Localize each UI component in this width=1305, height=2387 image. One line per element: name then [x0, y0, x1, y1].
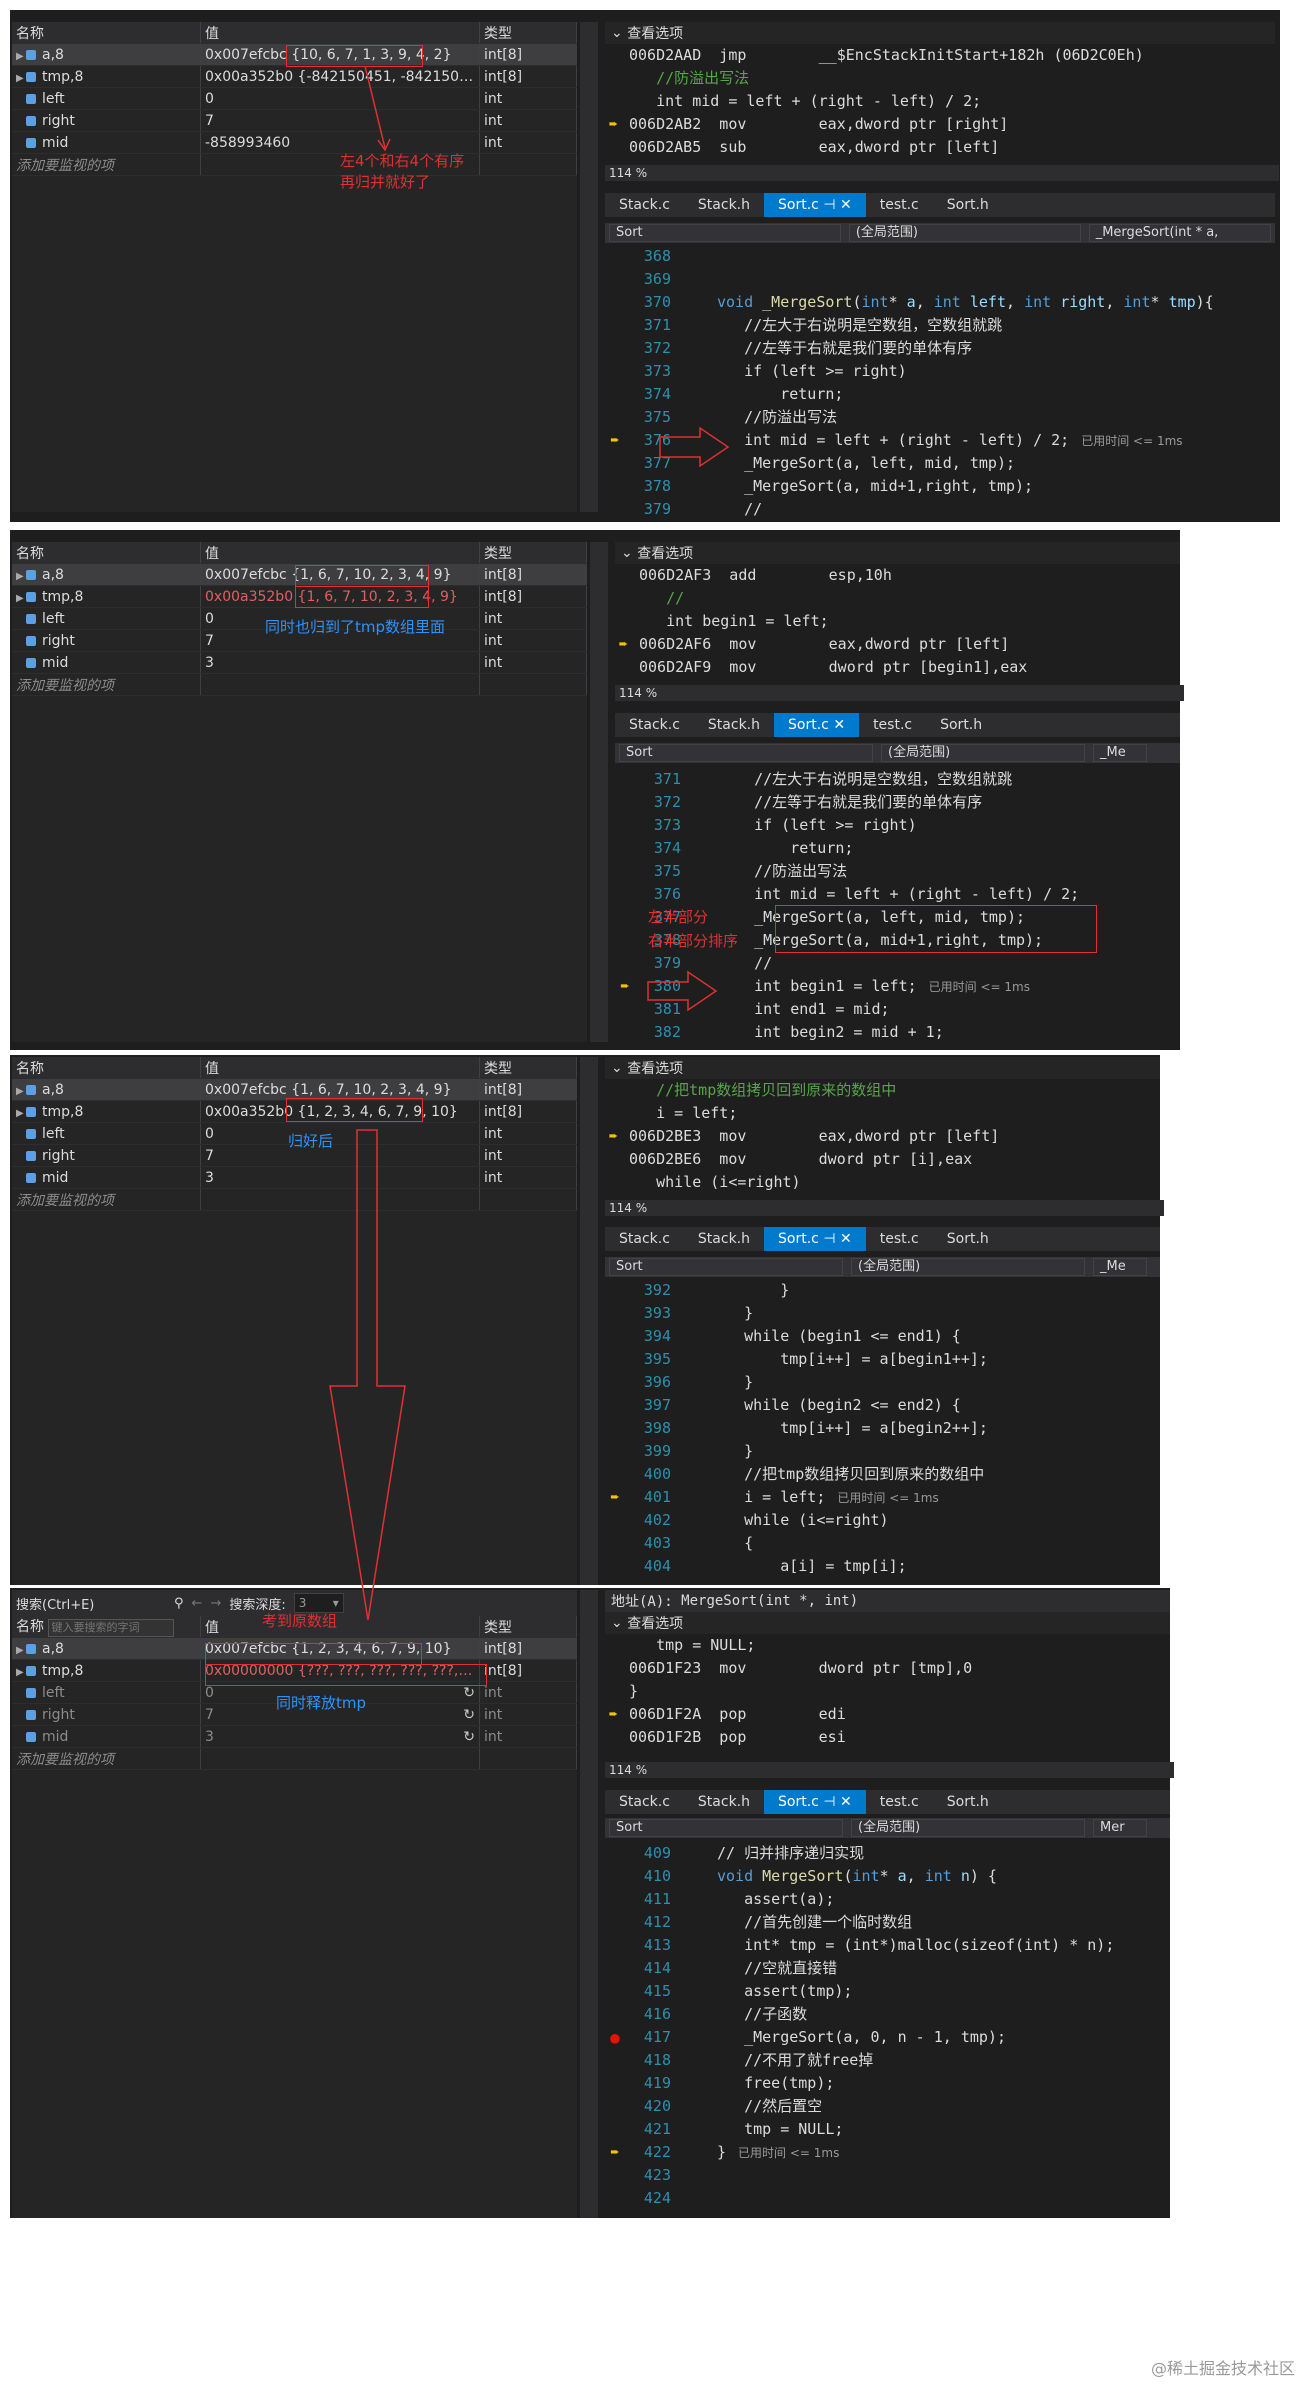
- annotation-hollow-arrow: [659, 426, 730, 468]
- annotation-arrow: [364, 65, 386, 149]
- watermark: @稀土掘金技术社区: [1150, 2359, 1295, 2378]
- annotation-arrows: [329, 65, 730, 1621]
- annotation-hollow-arrow: [647, 970, 718, 1012]
- annotation-big-arrow: [329, 1129, 406, 1621]
